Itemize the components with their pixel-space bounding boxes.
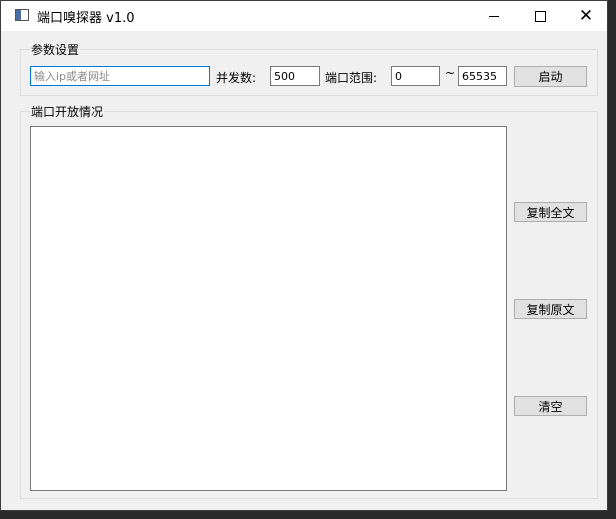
- start-button[interactable]: 启动: [514, 66, 587, 87]
- concurrency-label: 并发数:: [216, 71, 257, 85]
- close-button[interactable]: ✕: [563, 1, 609, 31]
- minimize-button[interactable]: [471, 1, 517, 31]
- close-icon: ✕: [578, 5, 594, 26]
- port-end-input[interactable]: [458, 66, 507, 86]
- copy-all-button[interactable]: 复制全文: [514, 202, 587, 222]
- app-icon: [15, 9, 29, 21]
- port-start-input[interactable]: [391, 66, 440, 86]
- title-bar[interactable]: 端口嗅探器 v1.0 ✕: [1, 1, 607, 31]
- maximize-button[interactable]: [517, 1, 563, 31]
- copy-raw-button[interactable]: 复制原文: [514, 299, 587, 319]
- host-input[interactable]: [30, 66, 210, 86]
- concurrency-input[interactable]: [270, 66, 320, 86]
- port-result-textarea[interactable]: [30, 126, 507, 491]
- app-window: 端口嗅探器 v1.0 ✕ 参数设置 并发数: 端口范围: ~ 启动 端口开放情况…: [0, 0, 608, 511]
- status-group-label: 端口开放情况: [30, 103, 105, 120]
- clear-button[interactable]: 清空: [514, 396, 587, 416]
- port-range-label: 端口范围:: [325, 71, 378, 85]
- params-group-label: 参数设置: [30, 41, 81, 58]
- port-range-separator: ~: [445, 66, 456, 80]
- window-title: 端口嗅探器 v1.0: [37, 11, 135, 26]
- minimize-icon: [489, 15, 499, 17]
- maximize-icon: [534, 10, 546, 22]
